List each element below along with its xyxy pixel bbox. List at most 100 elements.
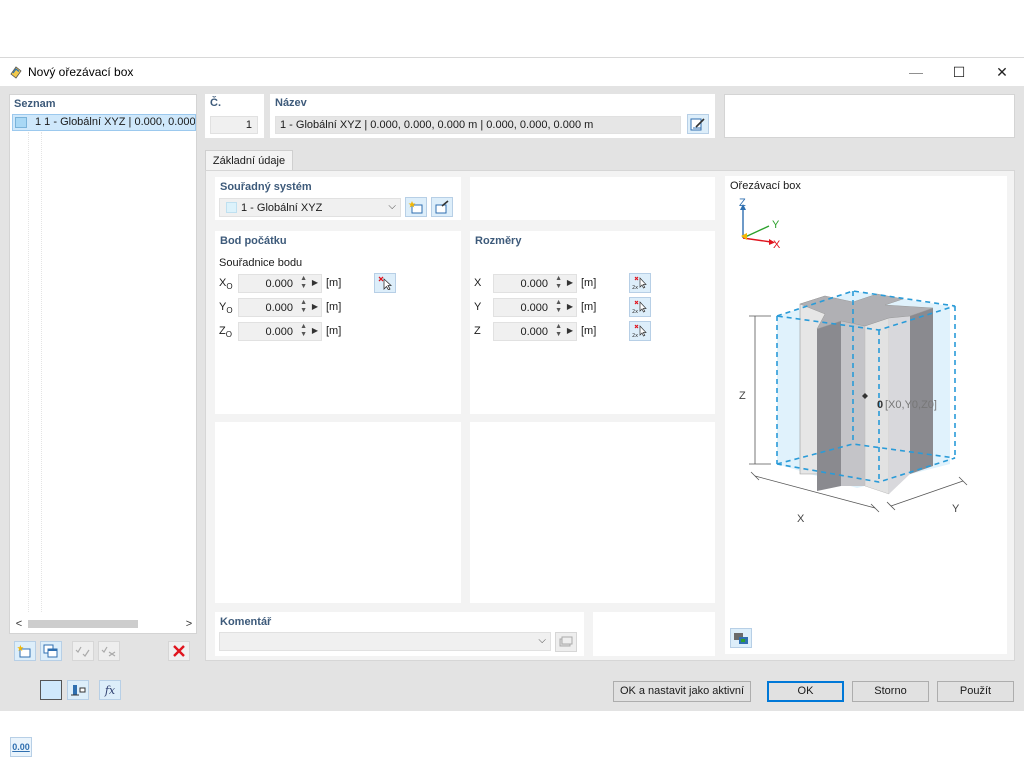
pick-dim-x-button[interactable]: 2x — [629, 273, 651, 293]
dim-z-unit: [m] — [581, 325, 597, 337]
spinner-icon[interactable]: ▲ ▼ — [555, 275, 562, 291]
minimize-button[interactable]: — — [894, 58, 938, 86]
delete-button[interactable] — [168, 641, 190, 661]
apply-button[interactable]: Použít — [937, 681, 1014, 702]
function-button[interactable]: fx — [99, 680, 121, 700]
origin-marker-label: 0 — [877, 399, 883, 411]
preview-options-button[interactable] — [730, 628, 752, 648]
clipping-box-diagram: Z Y X Z X Y 0 [X0,Y0,Z0] — [739, 197, 968, 525]
pick-cursor-icon — [378, 276, 393, 290]
pick-point-button[interactable] — [374, 273, 396, 293]
list-tree-guides — [28, 132, 42, 612]
dialog-client: Seznam 1 1 - Globální XYZ | 0.000, 0.000… — [0, 86, 1024, 757]
origin-y-input[interactable]: 0.000 ▲ ▼ ▶ — [238, 298, 322, 317]
list-item[interactable]: 1 1 - Globální XYZ | 0.000, 0.000, 0 — [12, 114, 196, 131]
scroll-thumb[interactable] — [28, 620, 138, 628]
expand-arrow-icon[interactable]: ▶ — [567, 278, 573, 287]
app-icon — [10, 66, 22, 79]
empty-panel-right — [470, 422, 715, 603]
dim-z-input[interactable]: 0.000 ▲ ▼ ▶ — [493, 322, 577, 341]
axis-triad-icon — [740, 204, 775, 245]
origin-y-unit: [m] — [326, 301, 342, 313]
print-preview-icon — [734, 633, 748, 644]
close-button[interactable]: ✕ — [980, 58, 1024, 86]
dimensions-panel: Rozměry X 0.000 ▲ ▼ ▶ [m] 2x Y 0.000 ▲ ▼… — [470, 231, 715, 414]
tab-basic-data[interactable]: Základní údaje — [205, 150, 293, 171]
dim-x-value: 0.000 — [520, 278, 548, 290]
edit-coord-system-button[interactable] — [431, 197, 453, 217]
window-title: Nový ořezávací box — [28, 65, 134, 79]
coord-system-label: Souřadný systém — [220, 181, 312, 193]
edit-name-button[interactable] — [687, 114, 709, 134]
ok-set-active-button[interactable]: OK a nastavit jako aktivní — [613, 681, 751, 702]
maximize-button[interactable]: ☐ — [937, 58, 981, 86]
expand-arrow-icon[interactable]: ▶ — [567, 302, 573, 311]
scroll-right-arrow-icon[interactable]: > — [182, 616, 196, 632]
comment-label: Komentář — [220, 616, 272, 628]
dimension-units-icon — [71, 685, 86, 696]
origin-marker-coords: [X0,Y0,Z0] — [885, 399, 937, 411]
name-panel: Název 1 - Globální XYZ | 0.000, 0.000, 0… — [270, 94, 715, 138]
spinner-icon[interactable]: ▲ ▼ — [555, 323, 562, 339]
dim-y-label: Y — [474, 301, 482, 313]
dim-x-label: X — [474, 277, 482, 289]
copy-item-button[interactable] — [40, 641, 62, 661]
new-item-button[interactable] — [14, 641, 36, 661]
coord-system-aux-panel — [470, 177, 715, 220]
coord-system-select[interactable]: 1 - Globální XYZ ⌵ — [219, 198, 401, 217]
origin-z-input[interactable]: 0.000 ▲ ▼ ▶ — [238, 322, 322, 341]
coord-system-panel: Souřadný systém 1 - Globální XYZ ⌵ — [215, 177, 461, 220]
dim-z-label: Z — [474, 325, 481, 337]
checkmark-list-icon — [75, 646, 90, 657]
dim-x-caption: X — [797, 513, 805, 525]
origin-x-input[interactable]: 0.000 ▲ ▼ ▶ — [238, 274, 322, 293]
ok-button[interactable]: OK — [767, 681, 844, 702]
origin-y-value: 0.000 — [265, 302, 293, 314]
dim-y-input[interactable]: 0.000 ▲ ▼ ▶ — [493, 298, 577, 317]
origin-y-label: YO — [219, 301, 233, 316]
origin-z-unit: [m] — [326, 325, 342, 337]
origin-z-label: ZO — [219, 325, 232, 340]
dim-x-input[interactable]: 0.000 ▲ ▼ ▶ — [493, 274, 577, 293]
dim-x-unit: [m] — [581, 277, 597, 289]
spinner-icon[interactable]: ▲ ▼ — [300, 275, 307, 291]
dim-y-caption: Y — [952, 503, 960, 515]
list-horizontal-scrollbar[interactable]: < > — [12, 616, 196, 632]
expand-arrow-icon[interactable]: ▶ — [312, 278, 318, 287]
spinner-icon[interactable]: ▲ ▼ — [300, 323, 307, 339]
new-coord-system-button[interactable] — [405, 197, 427, 217]
origin-z-value: 0.000 — [265, 326, 293, 338]
dimensions-label: Rozměry — [475, 235, 522, 247]
scroll-left-arrow-icon[interactable]: < — [12, 616, 26, 632]
comment-panel: Komentář ⌵ — [215, 612, 584, 656]
number-label: Č. — [210, 97, 221, 109]
list-header: Seznam — [14, 98, 56, 110]
uncheck-items-button[interactable] — [98, 641, 120, 661]
spinner-icon[interactable]: ▲ ▼ — [555, 299, 562, 315]
pick-dim-z-button[interactable]: 2x — [629, 321, 651, 341]
title-bar: Nový ořezávací box — ☐ ✕ — [0, 58, 1024, 86]
number-field[interactable]: 1 — [210, 116, 258, 134]
color-button[interactable] — [40, 680, 62, 700]
name-label: Název — [275, 97, 307, 109]
spinner-icon[interactable]: ▲ ▼ — [300, 299, 307, 315]
chevron-down-icon[interactable]: ⌵ — [538, 635, 546, 646]
chevron-down-icon: ⌵ — [388, 201, 396, 212]
comment-library-button[interactable] — [555, 632, 577, 652]
clipping-box-preview: Ořezávací box Z Y X Z X Y 0 [X0,Y0,Z0] — [725, 176, 1007, 654]
coord-system-value: 1 - Globální XYZ — [241, 202, 323, 214]
comment-library-icon — [559, 636, 573, 647]
expand-arrow-icon[interactable]: ▶ — [567, 326, 573, 335]
comment-input[interactable]: ⌵ — [219, 632, 551, 651]
dim-z-value: 0.000 — [520, 326, 548, 338]
name-field[interactable]: 1 - Globální XYZ | 0.000, 0.000, 0.000 m… — [275, 116, 681, 134]
check-items-button[interactable] — [72, 641, 94, 661]
expand-arrow-icon[interactable]: ▶ — [312, 326, 318, 335]
expand-arrow-icon[interactable]: ▶ — [312, 302, 318, 311]
uncheck-list-icon — [101, 646, 116, 657]
units-button[interactable] — [67, 680, 89, 700]
zero-value-button[interactable]: 0.00 — [10, 737, 32, 757]
pick-dim-y-button[interactable]: 2x — [629, 297, 651, 317]
pick-distance-icon: 2x — [632, 324, 647, 338]
cancel-button[interactable]: Storno — [852, 681, 929, 702]
